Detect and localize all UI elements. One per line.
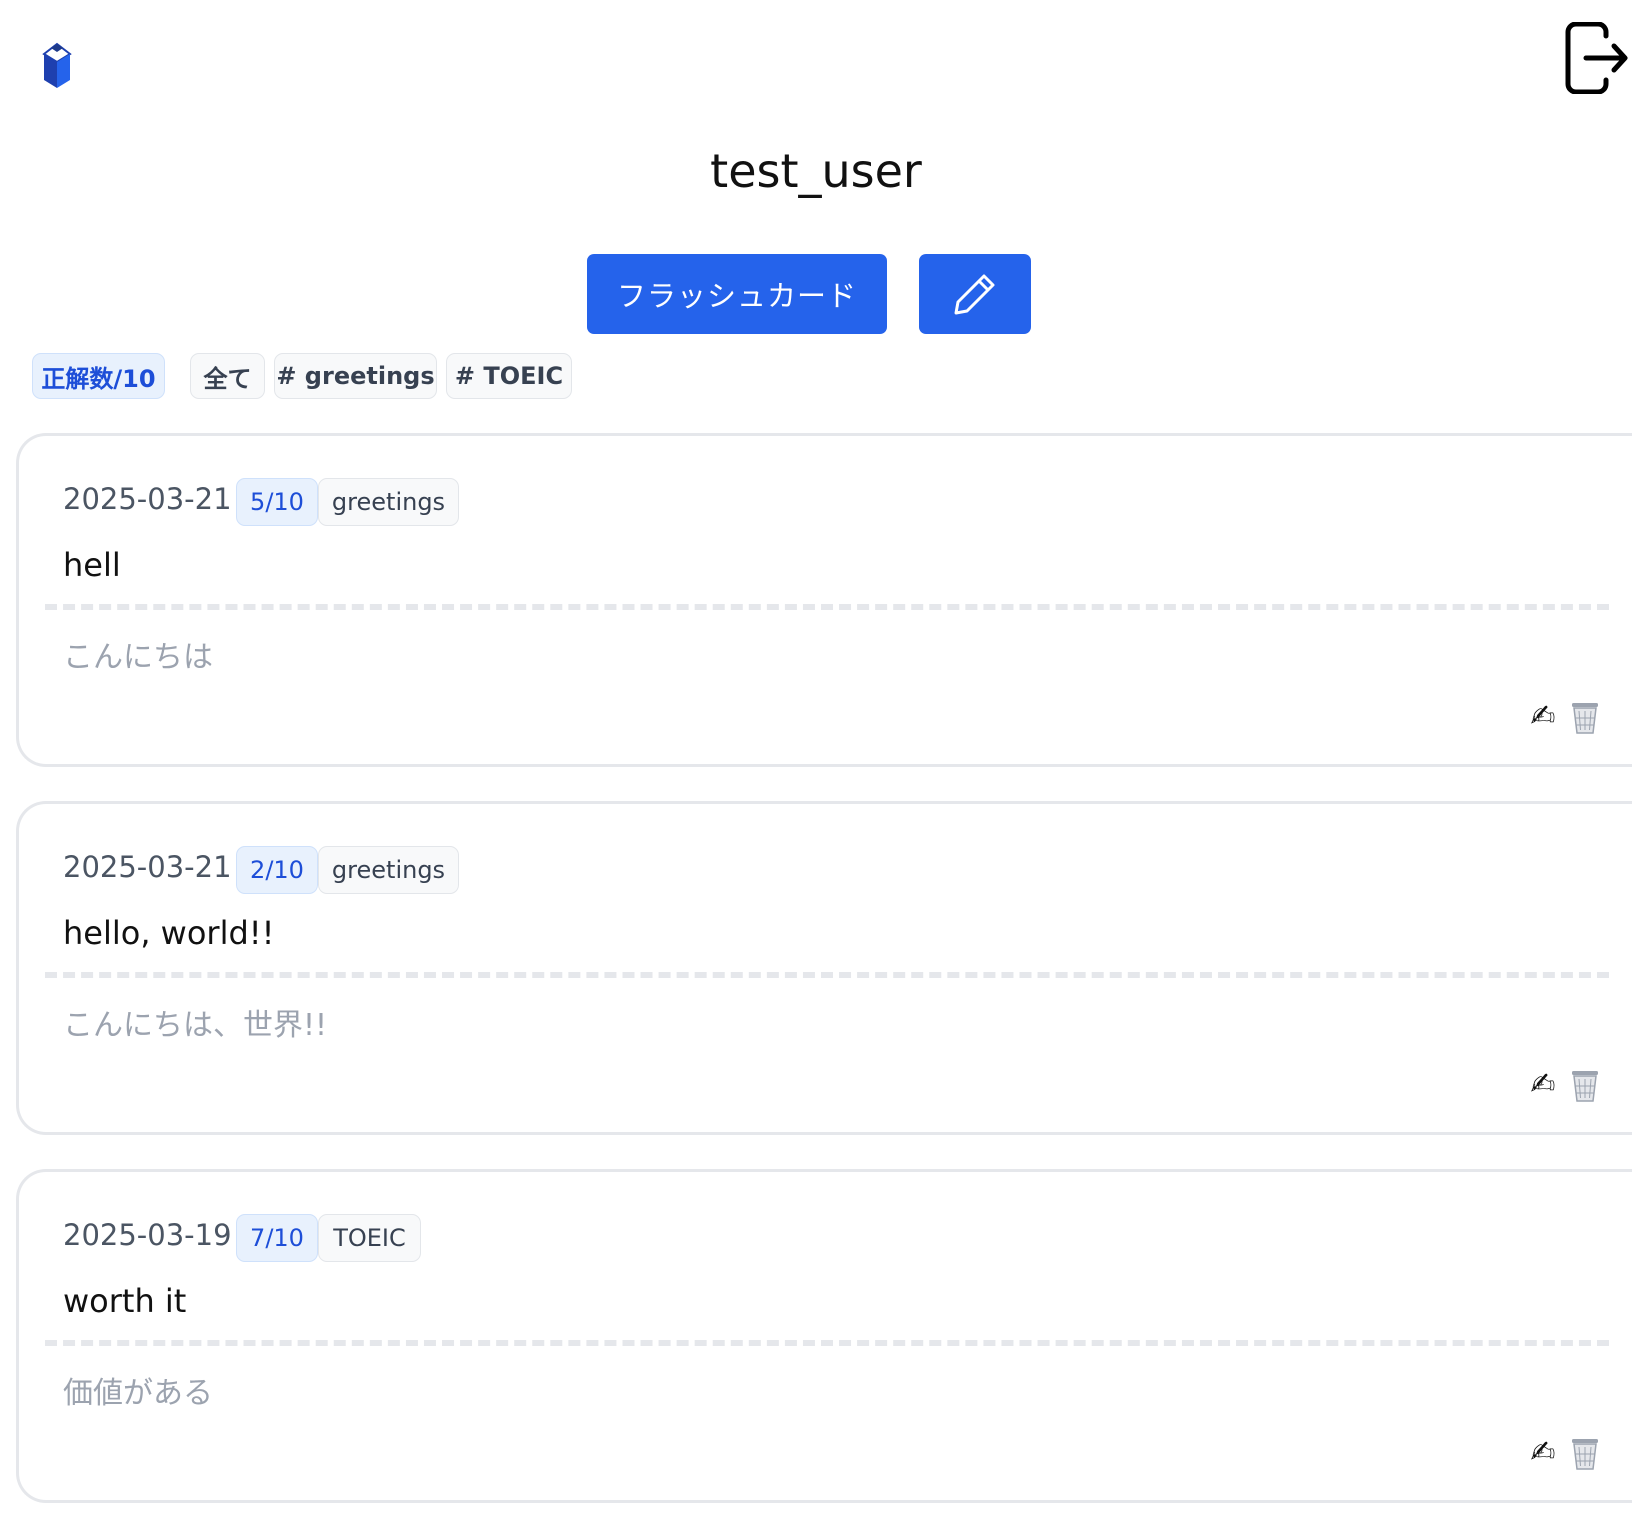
card-meaning: こんにちは [63, 640, 213, 675]
trash-icon[interactable] [1566, 698, 1604, 736]
writing-hand-icon[interactable]: ✍ [1524, 1066, 1562, 1104]
flashcard-button[interactable]: フラッシュカード [587, 254, 887, 334]
edit-mode-button[interactable] [919, 254, 1031, 334]
card-score-badge: 5/10 [236, 478, 318, 526]
filter-all-chip[interactable]: 全て [190, 353, 265, 399]
writing-hand-icon[interactable]: ✍ [1524, 698, 1562, 736]
pencil-icon [954, 274, 995, 315]
card-score-badge: 2/10 [236, 846, 318, 894]
card-word: hell [63, 546, 121, 584]
card-divider [45, 604, 1609, 610]
trash-icon[interactable] [1566, 1434, 1604, 1472]
header [0, 0, 1632, 120]
word-card: 2025-03-21 5/10 greetings hell こんにちは ✍ [16, 433, 1632, 767]
filter-bar: 正解数/10 全て # greetings # TOEIC [0, 353, 1632, 401]
book-gem-logo-icon[interactable] [40, 42, 74, 90]
word-card: 2025-03-21 2/10 greetings hello, world!!… [16, 801, 1632, 1135]
card-tag-badge: TOEIC [318, 1214, 421, 1262]
trash-icon[interactable] [1566, 1066, 1604, 1104]
logout-icon [1565, 21, 1628, 95]
filter-tag-greetings[interactable]: # greetings [274, 353, 437, 399]
logout-button[interactable] [1562, 21, 1628, 95]
card-word: worth it [63, 1282, 187, 1320]
card-tag-badge: greetings [318, 478, 459, 526]
filter-tag-toeic[interactable]: # TOEIC [446, 353, 572, 399]
app-page: test_user フラッシュカード 正解数/10 全て # greetings… [0, 0, 1632, 1518]
card-divider [45, 1340, 1609, 1346]
card-meaning: 価値がある [63, 1376, 213, 1411]
card-tag-badge: greetings [318, 846, 459, 894]
card-divider [45, 972, 1609, 978]
card-score-badge: 7/10 [236, 1214, 318, 1262]
card-date: 2025-03-19 [63, 1218, 232, 1252]
word-card: 2025-03-19 7/10 TOEIC worth it 価値がある ✍ [16, 1169, 1632, 1503]
card-date: 2025-03-21 [63, 482, 232, 516]
card-date: 2025-03-21 [63, 850, 232, 884]
username-title: test_user [710, 144, 922, 198]
writing-hand-icon[interactable]: ✍ [1524, 1434, 1562, 1472]
sort-correct-chip[interactable]: 正解数/10 [32, 353, 165, 399]
card-word: hello, world!! [63, 914, 275, 952]
card-meaning: こんにちは、世界!! [63, 1008, 328, 1043]
